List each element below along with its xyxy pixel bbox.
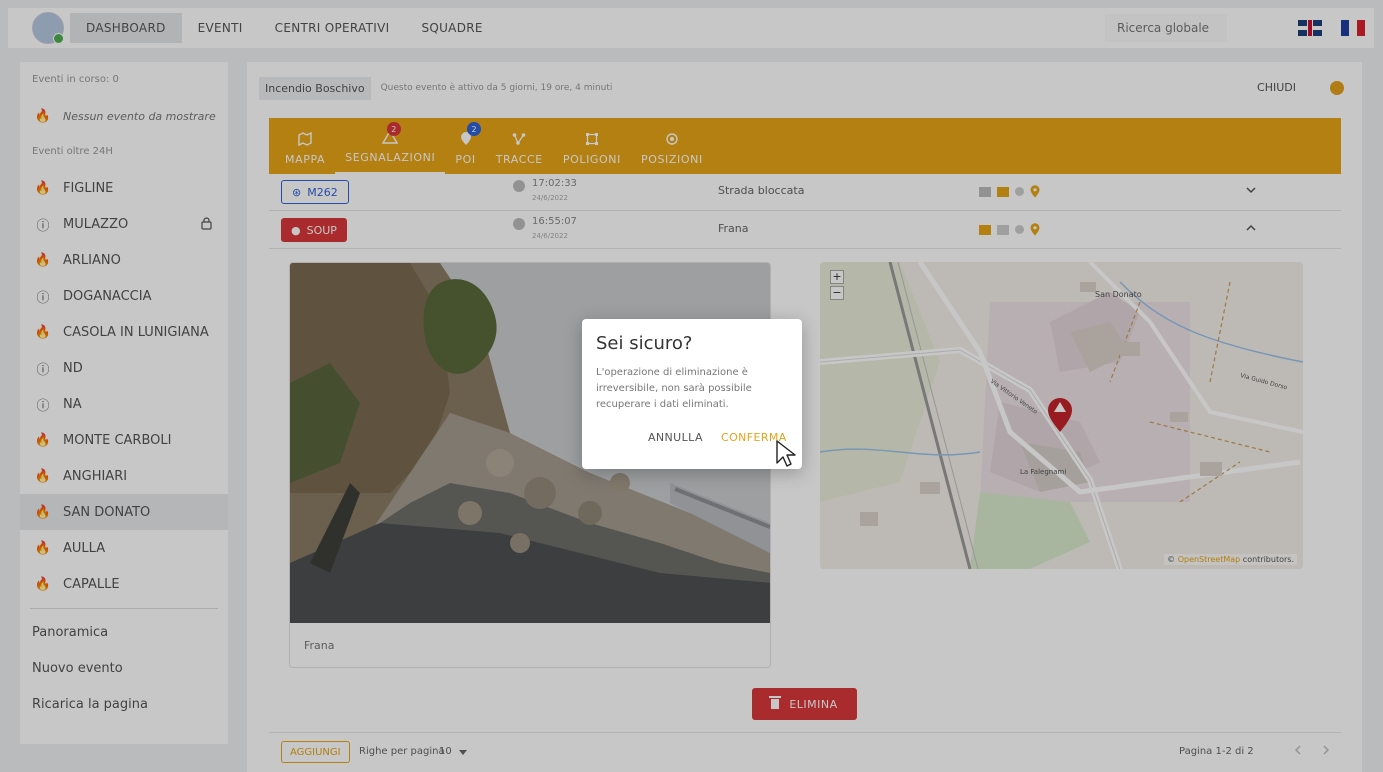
confirm-delete-dialog: Sei sicuro? L'operazione di eliminazione…	[582, 319, 802, 469]
cancel-button[interactable]: ANNULLA	[648, 431, 703, 444]
mouse-pointer-icon	[776, 440, 796, 467]
dialog-message: L'operazione di eliminazione è irreversi…	[596, 367, 752, 410]
dialog-title: Sei sicuro?	[596, 333, 693, 354]
